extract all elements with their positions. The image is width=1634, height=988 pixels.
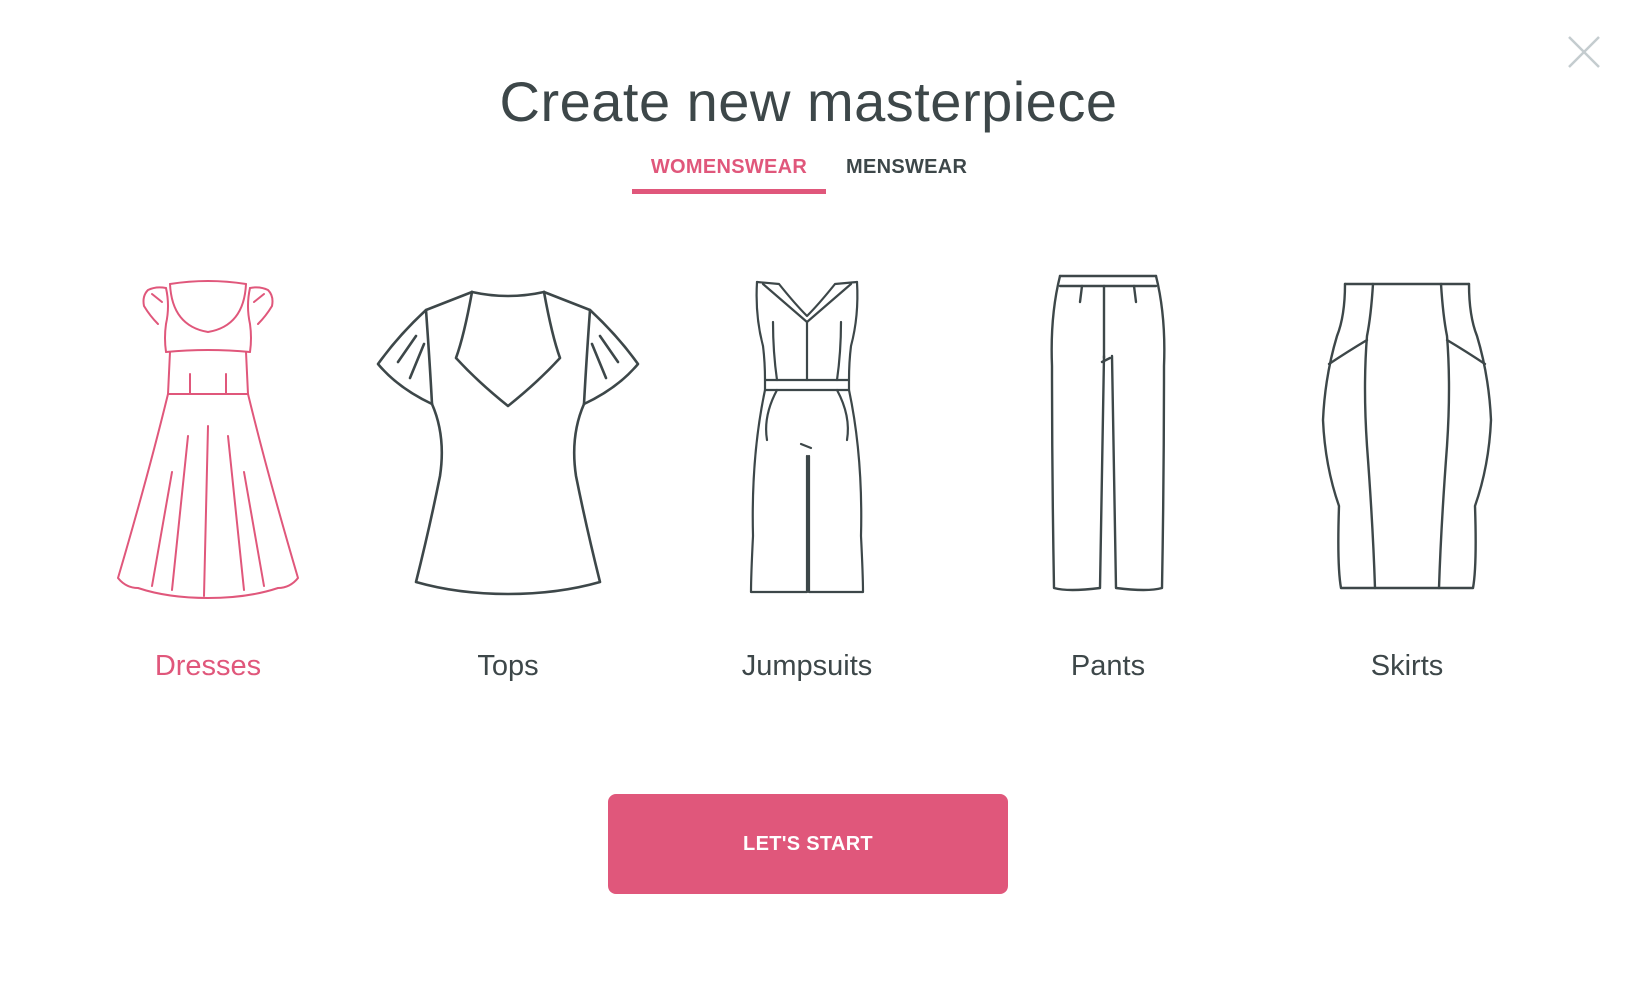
tab-menswear[interactable]: MENSWEAR bbox=[826, 150, 990, 194]
create-masterpiece-modal: Create new masterpiece WOMENSWEAR MENSWE… bbox=[0, 0, 1634, 988]
modal-title: Create new masterpiece bbox=[499, 70, 1118, 133]
top-icon bbox=[376, 290, 640, 596]
jumpsuit-icon bbox=[749, 280, 865, 594]
gender-tabs: WOMENSWEAR MENSWEAR bbox=[632, 150, 990, 194]
category-list: Dresses Tops Jumpsuits Pants Skirts bbox=[0, 270, 1617, 690]
close-button[interactable] bbox=[1566, 34, 1602, 70]
category-skirts[interactable]: Skirts bbox=[1257, 270, 1557, 690]
lets-start-button[interactable]: LET'S START bbox=[608, 794, 1008, 894]
skirt-icon bbox=[1321, 282, 1493, 590]
category-label-jumpsuits: Jumpsuits bbox=[741, 650, 873, 682]
category-label-skirts: Skirts bbox=[1370, 650, 1444, 682]
category-label-pants: Pants bbox=[1070, 650, 1146, 682]
close-icon bbox=[1568, 36, 1600, 68]
pants-icon bbox=[1050, 274, 1166, 592]
category-label-tops: Tops bbox=[477, 650, 539, 682]
category-tops[interactable]: Tops bbox=[358, 270, 658, 690]
category-pants[interactable]: Pants bbox=[958, 270, 1258, 690]
dress-icon bbox=[117, 280, 299, 599]
category-jumpsuits[interactable]: Jumpsuits bbox=[657, 270, 957, 690]
tab-womenswear[interactable]: WOMENSWEAR bbox=[632, 150, 826, 194]
category-dresses[interactable]: Dresses bbox=[58, 270, 358, 690]
category-label-dresses: Dresses bbox=[154, 650, 262, 682]
